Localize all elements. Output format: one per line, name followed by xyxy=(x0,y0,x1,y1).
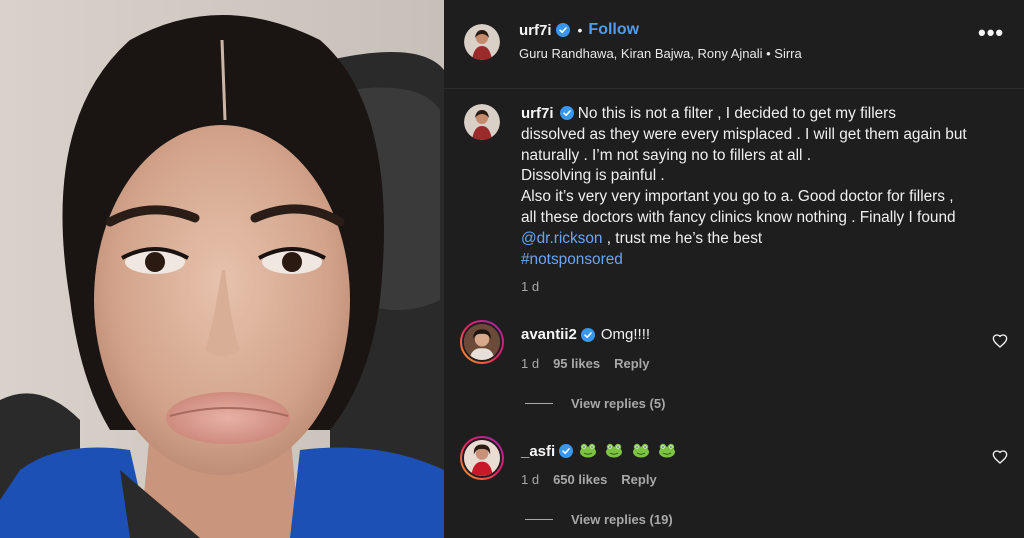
caption-text-line-5: Also it’s very very important you go to … xyxy=(521,188,954,206)
comment-username[interactable]: _asfi xyxy=(521,443,555,460)
comment-timestamp[interactable]: 1 d xyxy=(521,356,539,371)
post-caption: urf7i No this is not a filter , I decide… xyxy=(521,104,1001,270)
caption-text-line-3: naturally . I’m not saying no to fillers… xyxy=(521,146,811,164)
verified-badge-icon xyxy=(555,23,570,37)
frog-emoji-icon xyxy=(658,443,675,458)
frog-emoji-icon xyxy=(606,443,623,458)
comment-row: _asfi xyxy=(521,442,680,460)
comment-avatar[interactable] xyxy=(460,320,504,364)
post-header: urf7i • Follow xyxy=(519,20,639,40)
comment-meta: 1 d 95 likes Reply xyxy=(521,356,649,371)
view-replies-button[interactable]: View replies (5) xyxy=(525,396,665,411)
post-details-panel: urf7i • Follow Guru Randhawa, Kiran Bajw… xyxy=(444,0,1024,538)
view-replies-label: View replies (19) xyxy=(571,512,673,527)
post-image[interactable] xyxy=(0,0,444,538)
caption-text-line-4: Dissolving is painful . xyxy=(521,167,665,185)
view-replies-button[interactable]: View replies (19) xyxy=(525,512,673,527)
follow-button[interactable]: Follow xyxy=(588,21,639,39)
hashtag-link[interactable]: #notsponsored xyxy=(521,251,623,268)
frog-emoji-icon xyxy=(580,443,597,458)
collaborators-audio[interactable]: Guru Randhawa, Kiran Bajwa, Rony Ajnali … xyxy=(519,46,802,61)
caption-author-avatar[interactable] xyxy=(464,104,500,140)
caption-text-line-1: No this is not a filter , I decided to g… xyxy=(577,105,897,122)
view-replies-label: View replies (5) xyxy=(571,396,666,411)
comment-meta: 1 d 650 likes Reply xyxy=(521,472,657,487)
caption-timestamp[interactable]: 1 d xyxy=(521,279,539,294)
mention-link[interactable]: @dr.rickson xyxy=(521,230,602,247)
verified-badge-icon xyxy=(580,327,595,342)
author-avatar[interactable] xyxy=(464,24,500,60)
comment-row: avantii2 Omg!!!! xyxy=(521,326,650,343)
view-replies-line xyxy=(525,403,553,404)
verified-badge-icon xyxy=(559,444,574,458)
comment-likes[interactable]: 650 likes xyxy=(553,472,607,487)
comment-text: Omg!!!! xyxy=(600,326,651,343)
view-replies-line xyxy=(525,519,553,520)
frog-emoji-icon xyxy=(632,443,649,458)
comment-likes[interactable]: 95 likes xyxy=(553,356,600,371)
caption-text-line-7: , trust me he’s the best xyxy=(602,229,763,247)
header-divider xyxy=(444,88,1024,89)
comment-emoji-text xyxy=(579,442,680,460)
selfie-photo xyxy=(0,0,444,538)
caption-text-line-2: dissolved as they were every misplaced .… xyxy=(521,125,967,143)
reply-button[interactable]: Reply xyxy=(614,356,649,371)
comment-timestamp[interactable]: 1 d xyxy=(521,472,539,487)
like-heart-icon[interactable] xyxy=(992,449,1008,465)
author-username[interactable]: urf7i xyxy=(519,22,552,39)
caption-author-username[interactable]: urf7i xyxy=(521,105,554,122)
more-options-icon[interactable]: ••• xyxy=(978,22,1004,44)
caption-text-line-6: all these doctors with fancy clinics kno… xyxy=(521,208,956,226)
like-heart-icon[interactable] xyxy=(992,333,1008,349)
comment-avatar[interactable] xyxy=(460,436,504,480)
verified-badge-icon xyxy=(559,106,574,120)
comment-username[interactable]: avantii2 xyxy=(521,326,577,343)
reply-button[interactable]: Reply xyxy=(621,472,656,487)
post-view: urf7i • Follow Guru Randhawa, Kiran Bajw… xyxy=(0,0,1024,538)
header-separator: • xyxy=(577,22,583,38)
